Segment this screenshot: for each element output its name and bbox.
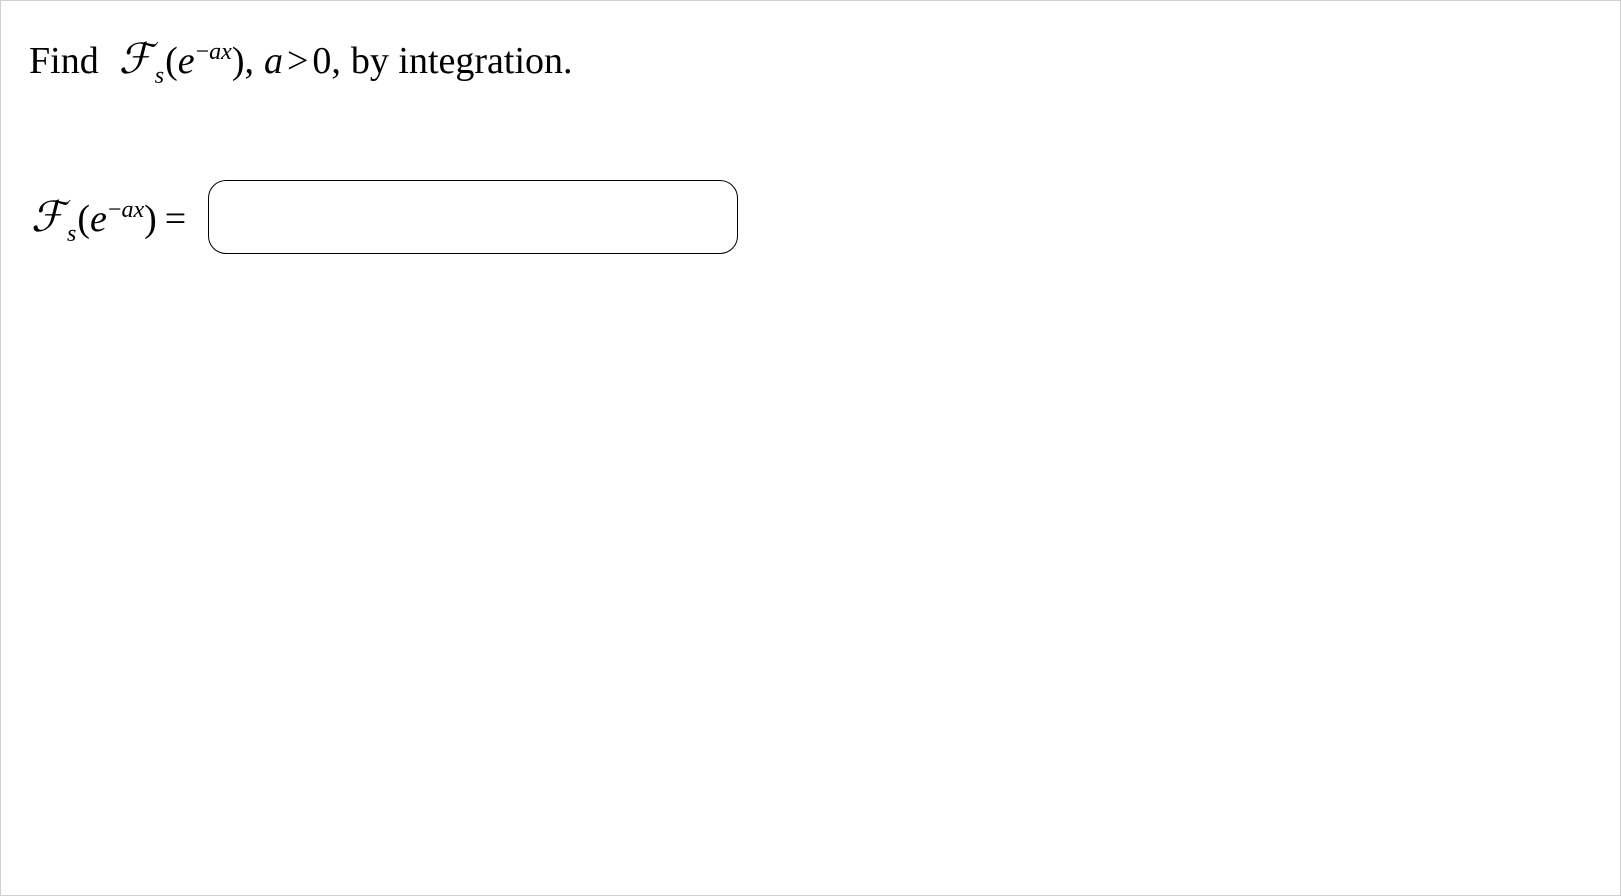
answer-rparen: ) bbox=[144, 197, 157, 241]
fourier-operator: ℱ bbox=[119, 31, 152, 90]
exp-base: e bbox=[178, 35, 195, 88]
cond-val: 0 bbox=[312, 35, 331, 88]
answer-row: ℱ s ( e −ax ) = bbox=[31, 180, 1592, 254]
rparen: ) bbox=[232, 35, 245, 88]
answer-fourier-operator: ℱ bbox=[31, 192, 64, 242]
problem-statement: Find ℱ s ( e −ax ) , a > 0 , by integrat… bbox=[29, 31, 1592, 90]
problem-leading-text: Find bbox=[29, 35, 99, 88]
exp-minus: − bbox=[196, 36, 210, 70]
answer-exp-x: x bbox=[133, 197, 144, 224]
answer-exp-minus: − bbox=[108, 197, 122, 224]
comma1: , bbox=[244, 35, 254, 88]
equals-sign: = bbox=[157, 197, 194, 241]
lparen: ( bbox=[165, 35, 178, 88]
cond-rel: > bbox=[283, 35, 312, 88]
problem-container: Find ℱ s ( e −ax ) , a > 0 , by integrat… bbox=[0, 0, 1621, 896]
answer-exp-base: e bbox=[90, 197, 107, 241]
cond-var: a bbox=[264, 35, 283, 88]
answer-input[interactable] bbox=[208, 180, 738, 254]
exp-a: a bbox=[209, 36, 221, 70]
answer-exp-a: a bbox=[121, 197, 133, 224]
answer-lparen: ( bbox=[77, 197, 90, 241]
subscript-s: s bbox=[155, 60, 164, 94]
answer-subscript-s: s bbox=[67, 221, 76, 248]
comma2: , bbox=[331, 35, 341, 88]
problem-trailing-text: by integration. bbox=[351, 35, 573, 88]
exp-x: x bbox=[221, 36, 232, 70]
